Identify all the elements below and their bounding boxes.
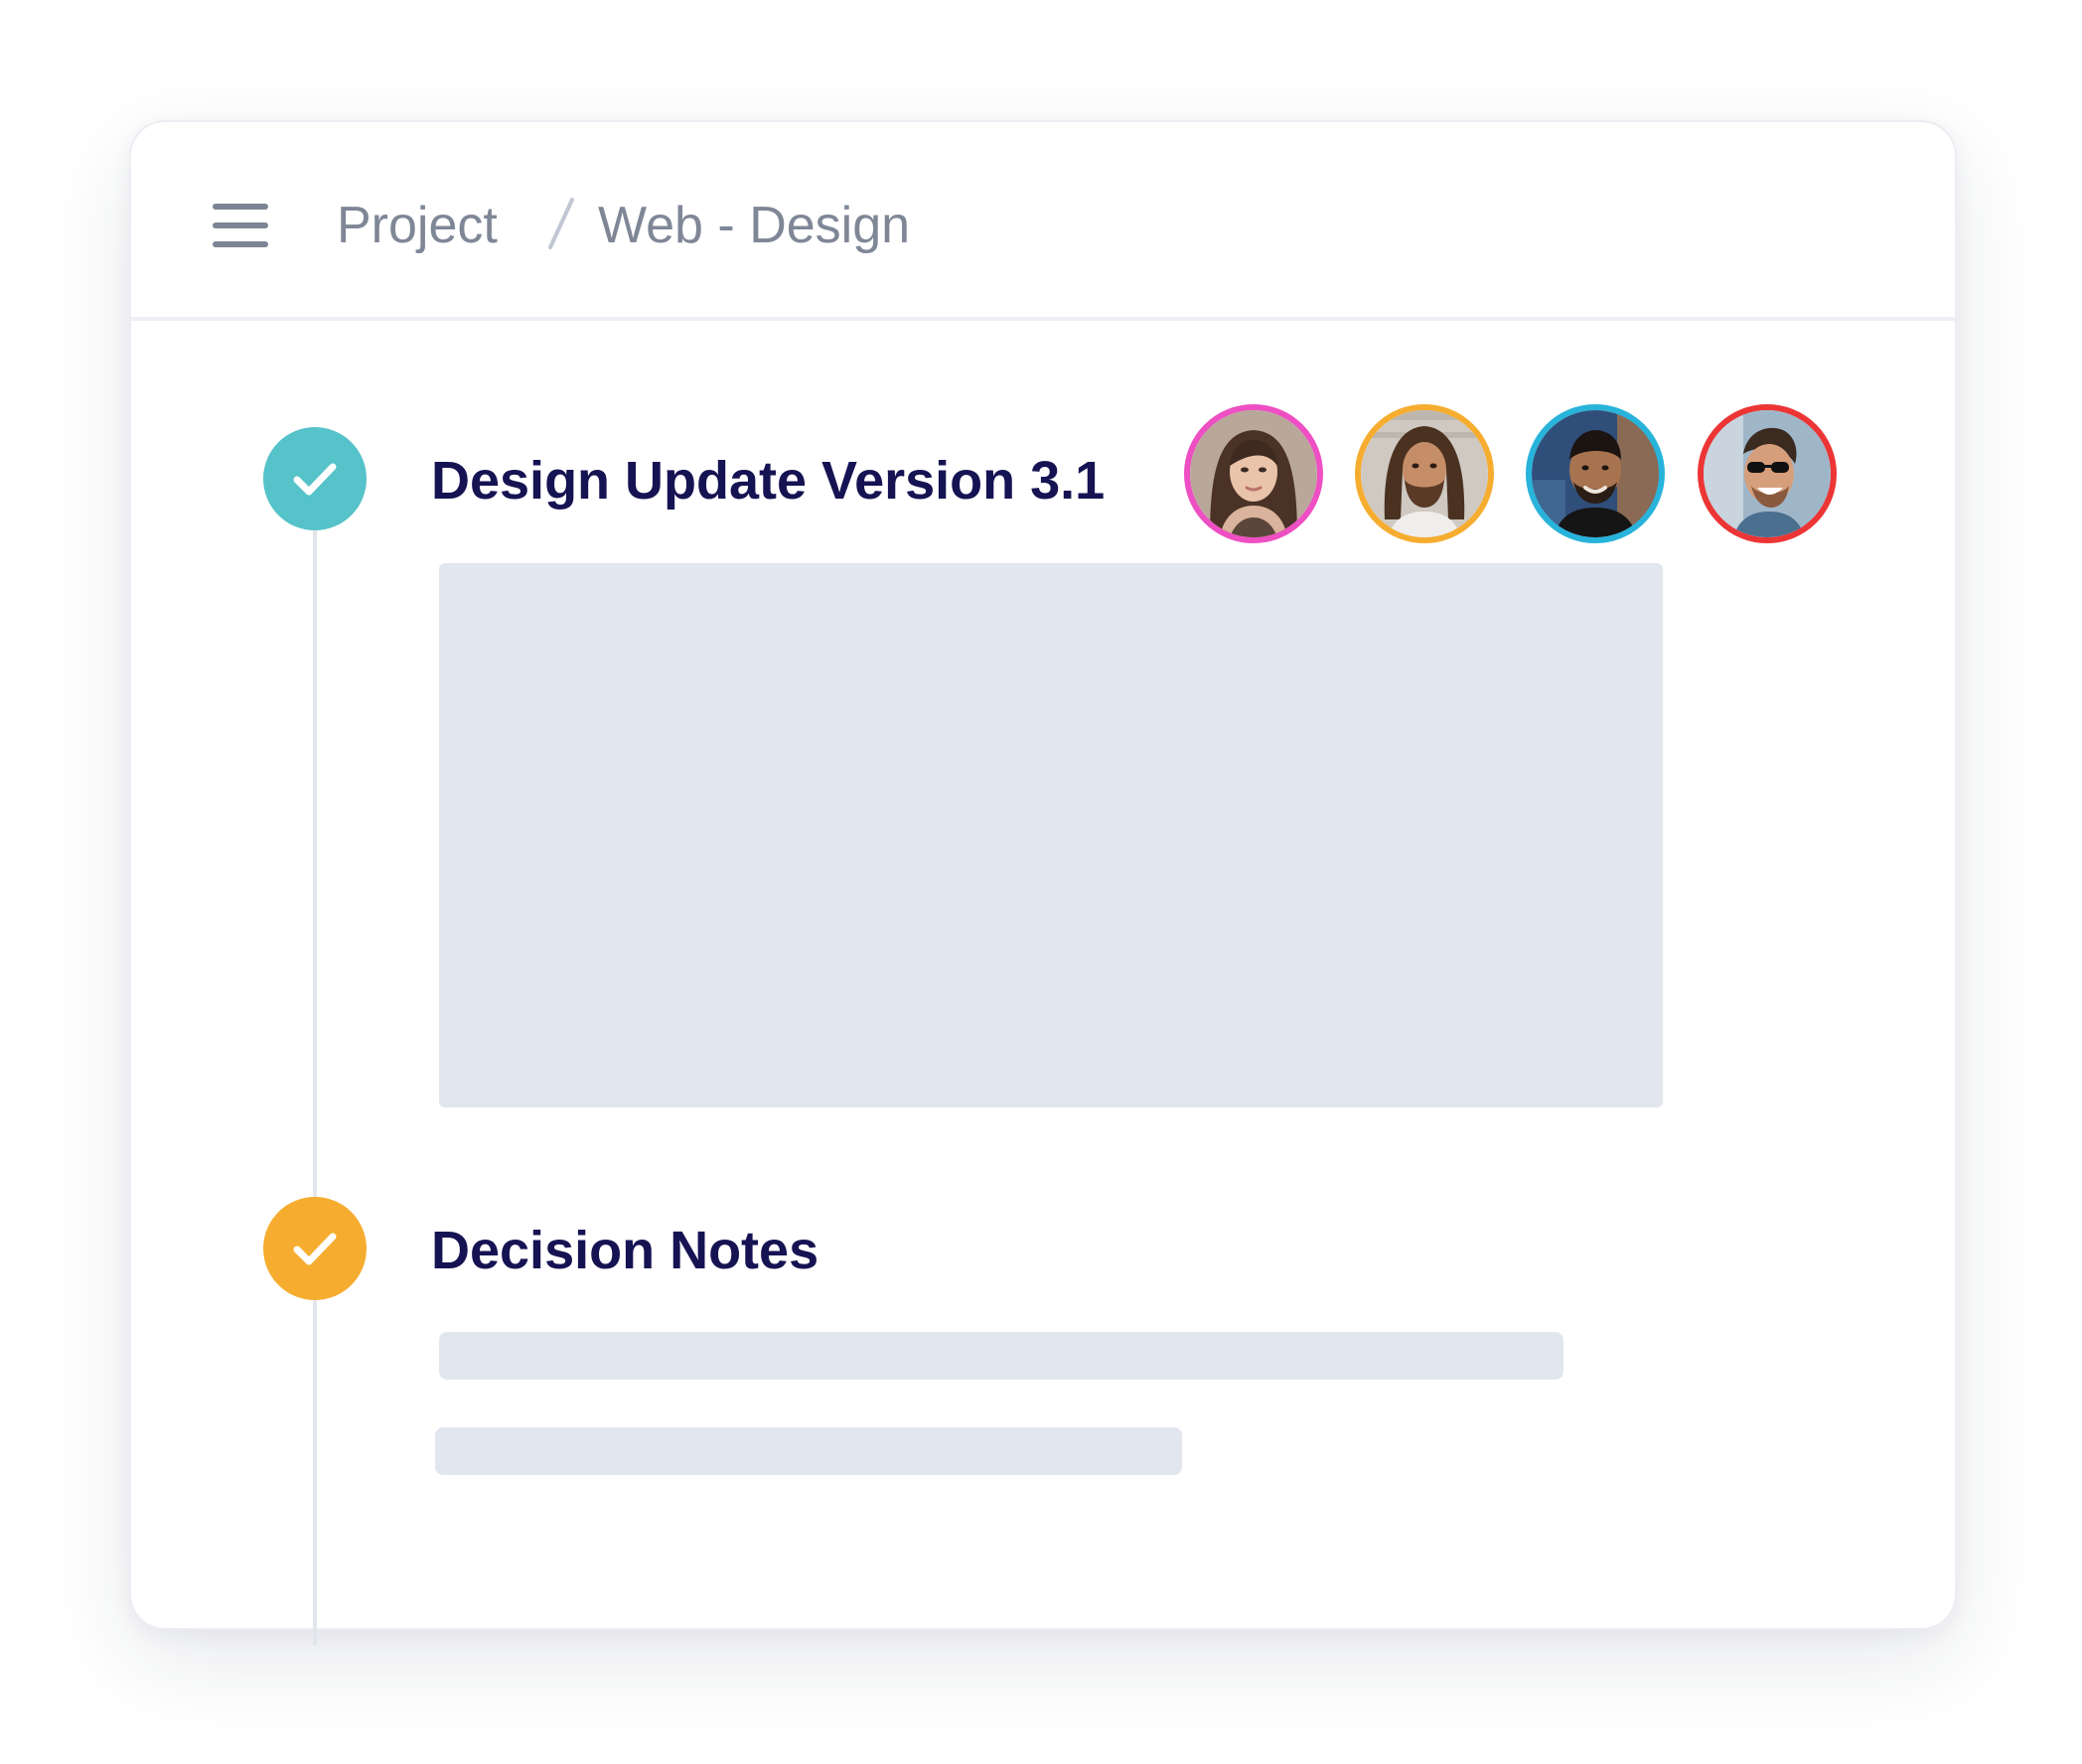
menu-bar <box>213 241 268 247</box>
header-bar: Project Web - Design <box>131 122 1955 321</box>
checkmark-icon <box>263 1197 367 1300</box>
breadcrumb-project[interactable]: Project <box>337 194 498 257</box>
avatar[interactable] <box>1184 404 1323 543</box>
timeline-line <box>313 519 317 1646</box>
text-placeholder-line <box>439 1332 1563 1380</box>
timeline-item-title: Decision Notes <box>431 1221 819 1280</box>
timeline-item-title: Design Update Version 3.1 <box>431 451 1106 511</box>
breadcrumb-separator-icon <box>548 198 574 249</box>
image-placeholder <box>439 563 1663 1107</box>
breadcrumb-current-page: Web - Design <box>598 197 911 254</box>
project-card: Project Web - Design Design Update Versi… <box>129 120 1957 1646</box>
menu-bar <box>213 222 268 228</box>
avatar[interactable] <box>1698 404 1837 543</box>
checkmark-icon <box>263 427 367 530</box>
avatar[interactable] <box>1526 404 1665 543</box>
text-placeholder-line <box>435 1427 1182 1475</box>
hamburger-menu-icon[interactable] <box>213 204 268 247</box>
avatar[interactable] <box>1355 404 1494 543</box>
menu-bar <box>213 204 268 210</box>
